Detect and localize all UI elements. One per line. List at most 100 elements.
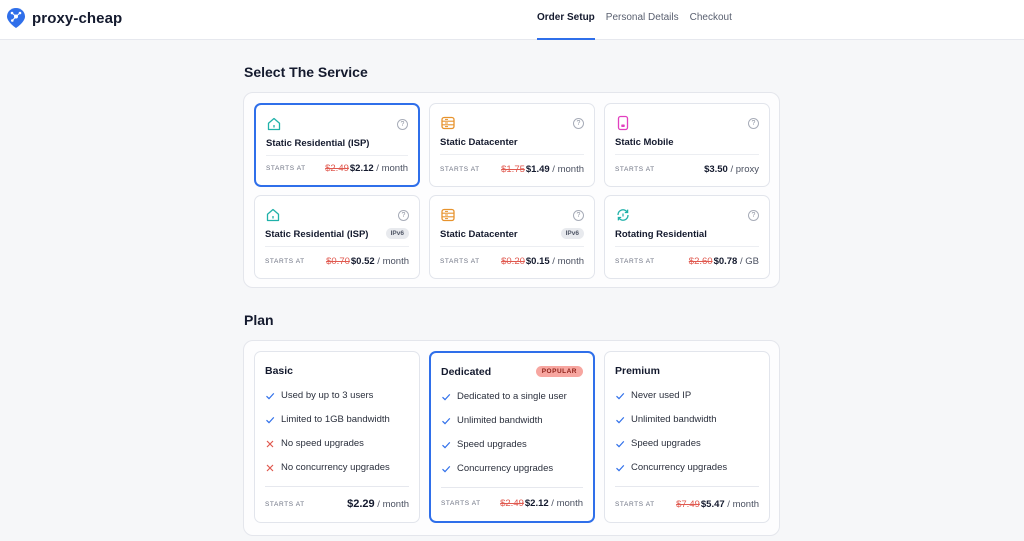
help-icon[interactable]: ? — [397, 119, 408, 130]
check-icon — [616, 464, 625, 472]
plan-panel: Basic Used by up to 3 users Limited to 1… — [243, 340, 780, 536]
feature-item: Concurrency upgrades — [615, 462, 727, 486]
feature-text: Concurrency upgrades — [631, 462, 728, 473]
top-bar: proxy-cheap Order Setup Personal Details… — [0, 0, 1024, 40]
check-icon — [442, 417, 451, 425]
server-icon — [441, 116, 455, 130]
old-price: $0.20 — [501, 256, 525, 267]
current-price: $0.15 — [525, 256, 550, 267]
home-icon — [267, 117, 281, 131]
tab-personal-details[interactable]: Personal Details — [606, 0, 679, 40]
current-price: $2.29 — [347, 498, 375, 510]
price-unit: / month — [549, 256, 584, 267]
feature-text: Unlimited bandwidth — [631, 414, 717, 425]
mobile-icon — [617, 115, 629, 131]
feature-text: No concurrency upgrades — [281, 462, 390, 473]
plan-name: Basic — [265, 365, 294, 377]
service-price: $0.70$0.52 / month — [326, 256, 409, 267]
home-icon — [266, 208, 280, 222]
check-icon — [442, 465, 451, 473]
price-unit: / month — [724, 499, 759, 510]
check-icon — [616, 416, 625, 424]
check-icon — [616, 392, 625, 400]
help-icon[interactable]: ? — [398, 210, 409, 221]
old-price: $1.75 — [501, 164, 525, 175]
service-name: Static Residential (ISP) — [265, 229, 369, 240]
starts-at-label: STARTS AT — [265, 501, 305, 508]
feature-text: Concurrency upgrades — [457, 463, 554, 474]
tab-checkout[interactable]: Checkout — [690, 0, 732, 40]
service-card-static-mobile[interactable]: ? Static Mobile STARTS AT $3.50 / proxy — [604, 103, 770, 187]
price-unit: / month — [549, 164, 584, 175]
plan-card-basic[interactable]: Basic Used by up to 3 users Limited to 1… — [254, 351, 420, 523]
cross-icon — [266, 440, 274, 448]
service-price: $2.49$2.12 / month — [325, 163, 408, 174]
popular-badge: POPULAR — [535, 366, 583, 377]
feature-item: Unlimited bandwidth — [615, 414, 727, 438]
starts-at-label: STARTS AT — [441, 500, 481, 507]
logo-pin-icon — [7, 8, 25, 28]
current-price: $1.49 — [525, 164, 550, 175]
service-price: $0.20$0.15 / month — [501, 256, 584, 267]
plan-card-dedicated[interactable]: Dedicated POPULAR Dedicated to a single … — [429, 351, 595, 523]
divider — [615, 486, 759, 487]
ipv6-tag: IPv6 — [385, 228, 409, 239]
feature-list: Never used IP Unlimited bandwidth Speed … — [615, 390, 727, 486]
price-unit: / GB — [737, 256, 759, 267]
current-price: $2.12 — [524, 498, 549, 509]
check-icon — [616, 440, 625, 448]
service-card-static-residential-isp[interactable]: ? Static Residential (ISP) STARTS AT $2.… — [254, 103, 420, 187]
brand-logo[interactable]: proxy-cheap — [6, 7, 122, 29]
service-card-rotating-residential[interactable]: ? Rotating Residential STARTS AT $2.60$0… — [604, 195, 770, 279]
service-card-static-datacenter-ipv6[interactable]: ? Static Datacenter IPv6 STARTS AT $0.20… — [429, 195, 595, 279]
feature-item: Used by up to 3 users — [265, 390, 390, 414]
cross-icon — [266, 464, 274, 472]
starts-at-label: STARTS AT — [440, 166, 480, 173]
divider — [615, 246, 759, 247]
help-icon[interactable]: ? — [573, 210, 584, 221]
plan-name: Premium — [615, 365, 660, 377]
service-card-static-datacenter[interactable]: ? Static Datacenter STARTS AT $1.75$1.49… — [429, 103, 595, 187]
starts-at-label: STARTS AT — [615, 166, 655, 173]
check-icon — [266, 416, 275, 424]
feature-item: No concurrency upgrades — [265, 462, 390, 486]
service-panel: ? Static Residential (ISP) STARTS AT $2.… — [243, 92, 780, 288]
plan-price: $2.29 / month — [347, 498, 409, 510]
help-icon[interactable]: ? — [748, 118, 759, 129]
current-price: $0.52 — [350, 256, 375, 267]
service-card-static-residential-isp-ipv6[interactable]: ? Static Residential (ISP) IPv6 STARTS A… — [254, 195, 420, 279]
current-price: $2.12 — [349, 163, 374, 174]
service-section-title: Select The Service — [244, 64, 368, 80]
feature-item: Unlimited bandwidth — [441, 415, 567, 439]
check-icon — [442, 393, 451, 401]
feature-item: Speed upgrades — [441, 439, 567, 463]
starts-at-label: STARTS AT — [440, 258, 480, 265]
help-icon[interactable]: ? — [748, 210, 759, 221]
old-price: $0.70 — [326, 256, 350, 267]
service-name: Rotating Residential — [615, 229, 707, 240]
tab-order-setup[interactable]: Order Setup — [537, 0, 595, 40]
feature-item: Speed upgrades — [615, 438, 727, 462]
help-icon[interactable]: ? — [573, 118, 584, 129]
feature-list: Used by up to 3 users Limited to 1GB ban… — [265, 390, 390, 486]
plan-price: $2.49$2.12 / month — [500, 498, 583, 509]
divider — [440, 154, 584, 155]
price-unit: / month — [374, 499, 409, 510]
old-price: $2.49 — [500, 498, 524, 509]
plan-section-title: Plan — [244, 312, 274, 328]
ipv6-tag: IPv6 — [560, 228, 584, 239]
brand-name: proxy-cheap — [32, 9, 123, 27]
starts-at-label: STARTS AT — [266, 165, 306, 172]
server-icon — [441, 208, 455, 222]
feature-text: Used by up to 3 users — [281, 390, 374, 401]
plan-price: $7.49$5.47 / month — [676, 499, 759, 510]
plan-card-premium[interactable]: Premium Never used IP Unlimited bandwidt… — [604, 351, 770, 523]
check-icon — [266, 392, 275, 400]
divider — [265, 486, 409, 487]
starts-at-label: STARTS AT — [615, 258, 655, 265]
service-price: $3.50 / proxy — [704, 164, 759, 175]
feature-text: Limited to 1GB bandwidth — [281, 414, 390, 425]
feature-text: Unlimited bandwidth — [457, 415, 543, 426]
starts-at-label: STARTS AT — [265, 258, 305, 265]
rotate-icon — [617, 209, 629, 221]
